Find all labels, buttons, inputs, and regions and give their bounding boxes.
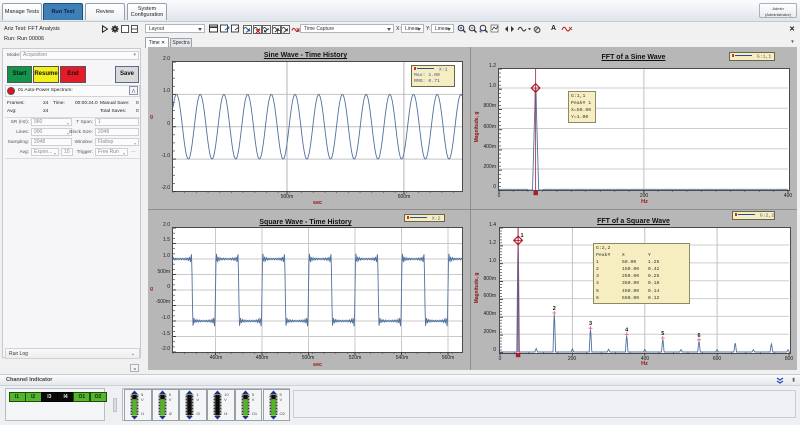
svg-text:6: 6: [697, 333, 700, 339]
svg-text:2: 2: [553, 306, 556, 312]
svg-text:1: 1: [521, 233, 524, 239]
svg-text:5: 5: [661, 331, 664, 337]
svg-text:3: 3: [589, 321, 592, 327]
svg-text:4: 4: [625, 327, 629, 333]
